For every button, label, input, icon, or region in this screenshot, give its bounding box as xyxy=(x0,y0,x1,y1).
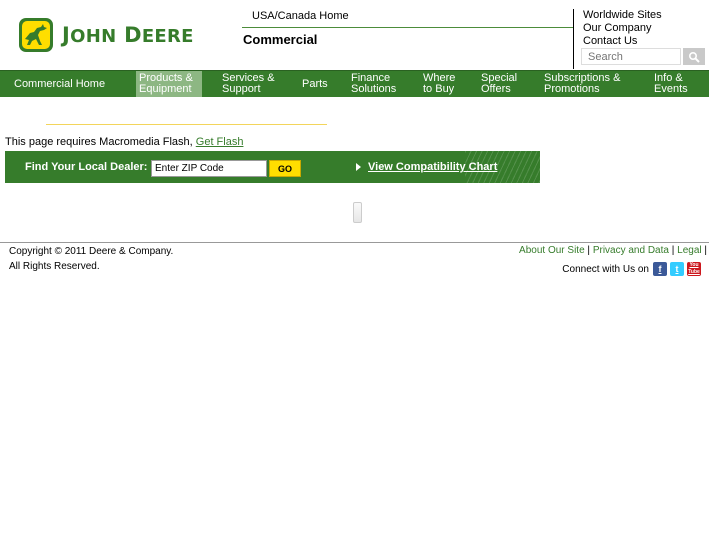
about-our-site-link[interactable]: About Our Site xyxy=(519,245,585,256)
deer-logo-icon xyxy=(19,18,53,52)
play-arrow-icon xyxy=(356,163,361,171)
nav-commercial-home[interactable]: Commercial Home xyxy=(14,71,105,97)
youtube-icon[interactable]: You Tube xyxy=(687,262,701,276)
link-separator: | xyxy=(704,245,707,256)
footer-divider xyxy=(0,242,709,243)
facebook-icon[interactable]: f xyxy=(653,262,667,276)
link-separator: | xyxy=(587,245,591,256)
nav-services-support[interactable]: Services & Support xyxy=(222,71,275,97)
copyright-line-2: All Rights Reserved. xyxy=(9,261,100,272)
compatibility-chart-label: View Compatibility Chart xyxy=(368,161,498,173)
connect-label: Connect with Us on xyxy=(562,263,649,275)
zip-code-input[interactable] xyxy=(151,160,267,177)
privacy-and-data-link[interactable]: Privacy and Data xyxy=(593,245,669,256)
header-divider xyxy=(242,27,574,28)
nav-where-to-buy[interactable]: Where to Buy xyxy=(423,71,455,97)
nav-subscriptions-promotions[interactable]: Subscriptions & Promotions xyxy=(544,71,620,97)
page-section-title: Commercial xyxy=(243,32,318,47)
flash-required-message: This page requires Macromedia Flash, Get… xyxy=(5,136,243,148)
link-separator: | xyxy=(671,245,675,256)
decorative-rule xyxy=(46,124,327,125)
nav-products-equipment[interactable]: Products & Equipment xyxy=(136,71,202,97)
flash-plugin-placeholder[interactable] xyxy=(353,202,362,223)
legal-link[interactable]: Legal xyxy=(677,245,701,256)
dealer-locator-bar: Find Your Local Dealer: GO View Compatib… xyxy=(5,151,540,183)
our-company-link[interactable]: Our Company xyxy=(583,22,662,35)
copyright-line-1: Copyright © 2011 Deere & Company. xyxy=(9,246,174,257)
logo-wordmark: JOHN DEERE xyxy=(62,23,194,47)
nav-special-offers[interactable]: Special Offers xyxy=(481,71,517,97)
twitter-icon[interactable]: t xyxy=(670,262,684,276)
footer-links: About Our Site | Privacy and Data | Lega… xyxy=(519,245,707,256)
contact-us-link[interactable]: Contact Us xyxy=(583,35,662,48)
search-input[interactable] xyxy=(581,48,681,65)
search-icon xyxy=(688,51,700,63)
nav-parts[interactable]: Parts xyxy=(302,71,328,97)
dealer-locator-label: Find Your Local Dealer: xyxy=(25,161,148,173)
copyright: Copyright © 2011 Deere & Company. All Ri… xyxy=(9,244,173,274)
compatibility-chart-link[interactable]: View Compatibility Chart xyxy=(356,161,497,173)
get-flash-link[interactable]: Get Flash xyxy=(196,136,244,148)
nav-info-events[interactable]: Info & Events xyxy=(654,71,688,97)
utility-links: Worldwide Sites Our Company Contact Us xyxy=(583,9,662,48)
worldwide-sites-link[interactable]: Worldwide Sites xyxy=(583,9,662,22)
usa-canada-home-link[interactable]: USA/Canada Home xyxy=(252,10,349,22)
nav-finance-solutions[interactable]: Finance Solutions xyxy=(351,71,396,97)
utility-divider xyxy=(573,9,574,69)
john-deere-logo[interactable]: JOHN DEERE xyxy=(18,16,203,54)
search-button[interactable] xyxy=(683,48,705,65)
main-navigation: Commercial Home Products & Equipment Ser… xyxy=(0,70,709,97)
search-box xyxy=(581,48,705,65)
flash-message-text: This page requires Macromedia Flash, xyxy=(5,136,193,148)
go-button[interactable]: GO xyxy=(269,160,301,177)
social-connect: Connect with Us on f t You Tube xyxy=(562,262,701,276)
